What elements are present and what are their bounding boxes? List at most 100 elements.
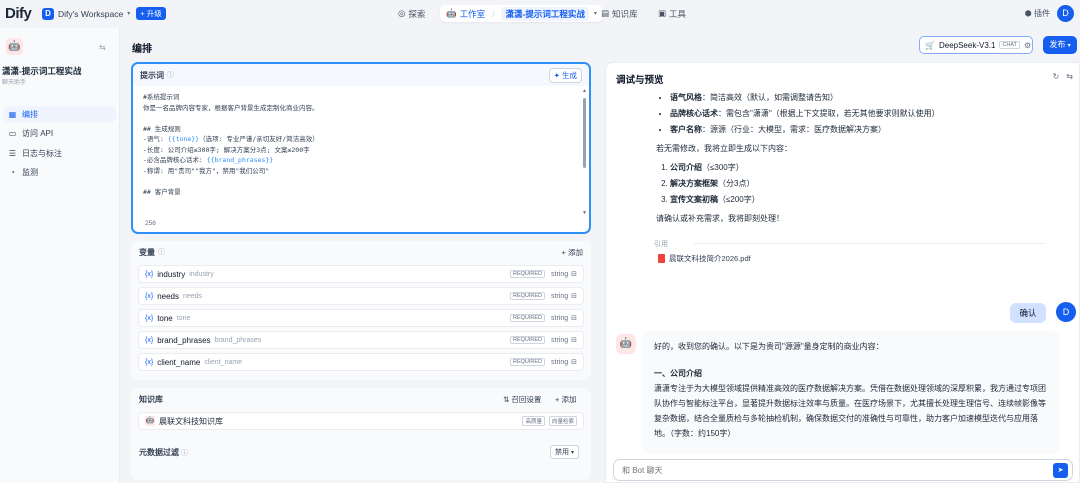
- list-icon: ☰: [8, 148, 17, 158]
- nav-studio[interactable]: 🤖 工作室 / 潇潇-提示词工程实战 ▾: [440, 5, 603, 22]
- sidebar-item-logs[interactable]: ☰ 日志与标注: [3, 145, 116, 161]
- prompt-line-brand: -必含品牌核心话术: {{brand_phrases}}: [143, 156, 274, 164]
- variable-icon: {x}: [145, 314, 154, 322]
- dify-logo[interactable]: Dify: [5, 5, 32, 22]
- citation-label: 引用: [654, 241, 668, 248]
- cart-icon: 🛒: [925, 40, 935, 50]
- variable-row[interactable]: {x} brand_phrases brand_phrases REQUIRED str…: [138, 331, 584, 349]
- workspace-name: Dify's Workspace: [58, 8, 124, 19]
- required-badge: REQUIRED: [509, 270, 545, 278]
- prompt-scrollbar[interactable]: [583, 98, 586, 168]
- preview-title: 调试与预览: [616, 75, 664, 86]
- chat-input-box[interactable]: ➤: [613, 459, 1073, 481]
- sidebar-item-orchestrate[interactable]: ▦ 编排: [3, 106, 116, 122]
- citation-file-name: 晨联文科技简介2026.pdf: [669, 254, 751, 263]
- user-message: 确认: [1010, 303, 1046, 323]
- variable-type: string: [551, 358, 569, 366]
- variable-name: tone: [176, 314, 191, 322]
- metadata-filter-select[interactable]: 禁用 ▾: [550, 445, 579, 459]
- variable-settings-icon[interactable]: ⊟: [571, 270, 577, 278]
- chevron-down-icon: ▾: [570, 450, 574, 456]
- list-item: 宣传文案初稿（≤200字）: [670, 192, 1058, 208]
- numbered-list: 公司介绍（≤300字） 解决方案框架（分3点） 宣传文案初稿（≤200字）: [648, 160, 1058, 208]
- variables-icon[interactable]: ⇆: [1066, 72, 1073, 81]
- model-selector[interactable]: 🛒 DeepSeek-V3.1 CHAT ⚙: [919, 36, 1033, 54]
- refresh-icon[interactable]: ↻: [1053, 72, 1060, 81]
- citation-divider: [694, 243, 1044, 244]
- variable-icon: {x}: [145, 358, 154, 366]
- sliders-icon: ⇅: [503, 395, 510, 404]
- variable-settings-icon[interactable]: ⊟: [571, 336, 577, 344]
- send-button[interactable]: ➤: [1053, 463, 1068, 478]
- variable-settings-icon[interactable]: ⊟: [571, 314, 577, 322]
- prompt-editor[interactable]: 提示词 ⓘ ✦ 生成 #系统提示词 你是一名品牌内容专家，根据客户背景生成定制化…: [131, 62, 591, 234]
- list-item: 语气风格：简洁高效（默认，如需调整请告知）: [670, 90, 1058, 106]
- workspace-switcher[interactable]: D Dify's Workspace ▾ + 升级: [42, 7, 166, 20]
- prompt-text[interactable]: #系统提示词 你是一名品牌内容专家，根据客户背景生成定制化商业内容。 ## 生成…: [133, 86, 589, 203]
- scroll-up-icon[interactable]: ▲: [582, 88, 587, 94]
- variable-key: industry: [157, 269, 186, 279]
- add-knowledge-button[interactable]: + 添加: [555, 394, 576, 405]
- variable-key: brand_phrases: [157, 335, 211, 345]
- nav-explore[interactable]: ◎ 探索: [398, 5, 425, 22]
- generate-button[interactable]: ✦ 生成: [548, 67, 582, 83]
- sparkle-icon: ✦: [553, 70, 560, 80]
- nav-knowledge[interactable]: ▤ 知识库: [601, 5, 638, 22]
- user-avatar[interactable]: D: [1057, 5, 1074, 22]
- sidebar-item-label: 监测: [22, 167, 38, 177]
- variables-label: 变量: [139, 247, 155, 257]
- variable-settings-icon[interactable]: ⊟: [571, 358, 577, 366]
- app-title: 潇潇-提示词工程实战: [2, 66, 82, 76]
- terminal-icon: ▭: [8, 128, 17, 138]
- info-icon: ⓘ: [158, 249, 165, 256]
- variable-name: brand_phrases: [214, 336, 262, 344]
- info-icon: ⓘ: [167, 72, 174, 79]
- variable-icon: {x}: [145, 336, 154, 344]
- pdf-icon: [658, 254, 665, 263]
- plugins-button[interactable]: ⬢ 插件: [1025, 8, 1050, 19]
- monitor-icon: ◔: [10, 167, 15, 177]
- template-variable: {{tone}}: [167, 135, 200, 143]
- quality-badge: 高质量: [522, 416, 545, 426]
- nav-divider: /: [492, 8, 495, 19]
- assistant-intro: 好的，收到您的确认。以下是为贵司"源源"量身定制的商业内容：: [654, 342, 884, 351]
- list-item: 解决方案框架（分3点）: [670, 176, 1058, 192]
- variable-row[interactable]: {x} industry industry REQUIRED string ⊟: [138, 265, 584, 283]
- grid-icon: ▦: [8, 109, 17, 119]
- variable-name: client_name: [204, 358, 243, 366]
- publish-label: 发布: [1049, 40, 1066, 49]
- knowledge-item[interactable]: 🤖 晨联文科技知识库 高质量 向量检索: [138, 412, 584, 430]
- add-variable-label: 添加: [568, 247, 583, 257]
- puzzle-icon: ⬢: [1024, 9, 1032, 18]
- upgrade-button[interactable]: + 升级: [136, 7, 166, 20]
- variable-type: string: [551, 314, 569, 322]
- prompt-line: 你是一名品牌内容专家，根据客户背景生成定制化商业内容。: [143, 103, 319, 112]
- scroll-down-icon[interactable]: ▼: [582, 210, 587, 216]
- sidebar-item-label: 访问 API: [22, 128, 54, 138]
- sidebar-item-api[interactable]: ▭ 访问 API: [3, 125, 116, 141]
- nav-current-app[interactable]: 潇潇-提示词工程实战: [501, 6, 589, 21]
- plugins-label: 插件: [1034, 9, 1050, 18]
- variable-row[interactable]: {x} tone tone REQUIRED string ⊟: [138, 309, 584, 327]
- metadata-filter-text: 元数据过滤: [139, 448, 179, 457]
- nav-knowledge-label: 知识库: [612, 8, 638, 19]
- add-variable-button[interactable]: + 添加: [562, 247, 583, 258]
- variable-row[interactable]: {x} client_name client_name REQUIRED string ⊟: [138, 353, 584, 371]
- compass-icon: ◎: [398, 8, 406, 18]
- variable-settings-icon[interactable]: ⊟: [571, 292, 577, 300]
- app-sidebar: 🤖 ⇆ 潇潇-提示词工程实战 聊天助手 ▦ 编排 ▭ 访问 API ☰ 日志与标…: [0, 28, 120, 483]
- app-type: 聊天助手: [2, 80, 27, 86]
- publish-button[interactable]: 发布 ▾: [1043, 36, 1077, 54]
- collapse-sidebar-icon[interactable]: ⇆: [99, 43, 106, 52]
- recall-settings-label: 召回设置: [511, 395, 542, 404]
- variable-icon: {x}: [145, 270, 154, 278]
- citation-file[interactable]: 晨联文科技简介2026.pdf: [658, 253, 751, 264]
- sidebar-item-monitor[interactable]: ◔ 监测: [3, 164, 116, 180]
- prompt-header: 提示词 ⓘ ✦ 生成: [133, 64, 589, 86]
- prompt-line: ## 客户背景: [143, 187, 181, 196]
- variable-row[interactable]: {x} needs needs REQUIRED string ⊟: [138, 287, 584, 305]
- chat-input[interactable]: [614, 460, 1014, 480]
- nav-tools[interactable]: ▣ 工具: [658, 5, 686, 22]
- recall-settings-button[interactable]: ⇅ 召回设置: [503, 394, 541, 405]
- sidebar-item-label: 编排: [22, 109, 38, 119]
